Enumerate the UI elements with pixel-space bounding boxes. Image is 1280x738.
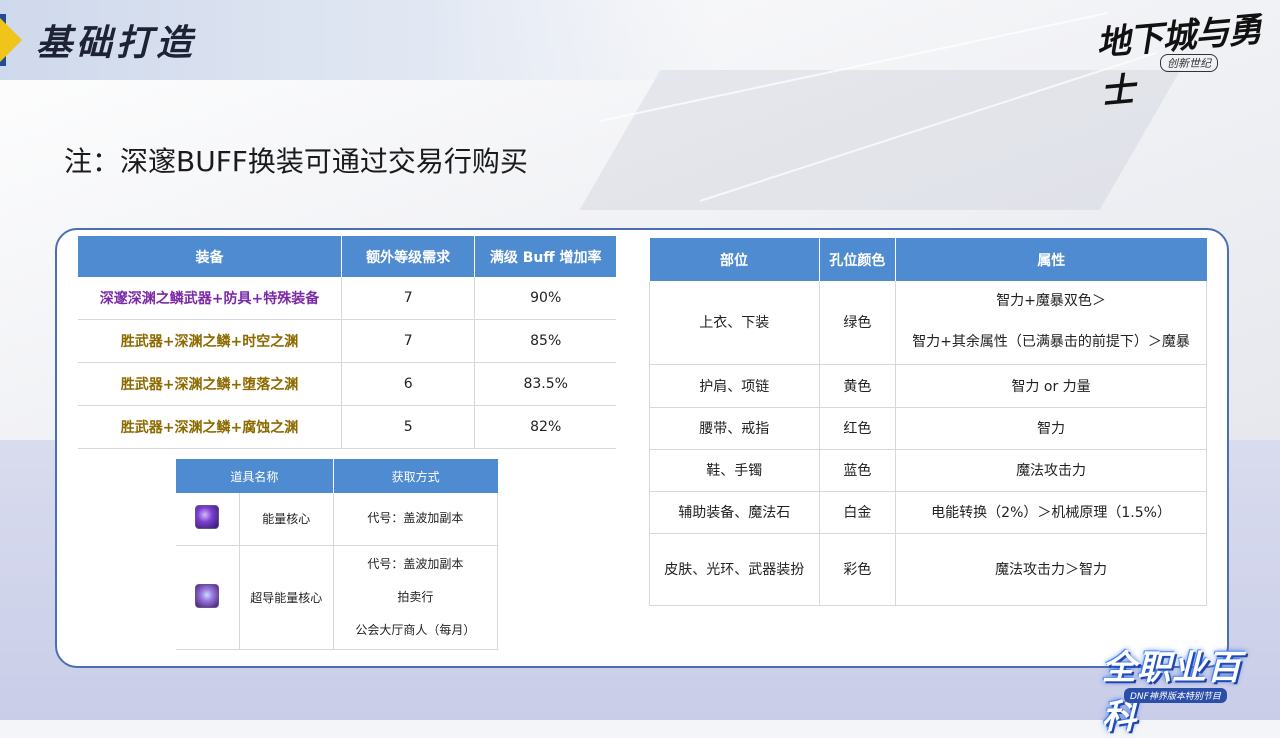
- column-header: 属性: [895, 238, 1207, 281]
- table-row: 护肩、项链 黄色 智力 or 力量: [649, 364, 1207, 408]
- slot-color: 彩色: [819, 533, 897, 606]
- item-icon-cell: [176, 545, 240, 650]
- item-source: 拍卖行: [397, 589, 434, 604]
- slot-color: 红色: [819, 407, 897, 450]
- table-row: 能量核心 代号：盖波加副本: [176, 493, 499, 546]
- items-table: 道具名称 获取方式 能量核心 代号：盖波加副本 超导能量核心 代号：盖波加副本 …: [176, 459, 499, 650]
- slot-color: 蓝色: [819, 449, 897, 492]
- slots-table: 部位 孔位颜色 属性 上衣、下装 绿色 智力+魔暴双色＞ 智力+其余属性（已满暴…: [649, 238, 1207, 606]
- table-row: 胜武器+深渊之鳞+时空之渊 7 85%: [78, 319, 616, 363]
- slot-attribute: 电能转换（2%）＞机械原理（1.5%）: [895, 491, 1207, 534]
- item-sources: 代号：盖波加副本 拍卖行 公会大厅商人（每月）: [333, 545, 499, 650]
- slot-part: 辅助装备、魔法石: [649, 491, 820, 534]
- slot-attribute: 魔法攻击力＞智力: [895, 533, 1207, 606]
- slot-color: 绿色: [819, 281, 897, 365]
- slot-part: 鞋、手镯: [649, 449, 820, 492]
- extra-level: 7: [341, 277, 476, 320]
- slot-attribute: 智力: [895, 407, 1207, 450]
- item-name: 能量核心: [239, 493, 334, 546]
- note-text: 注：深邃BUFF换装可通过交易行购买: [64, 145, 528, 178]
- slot-attribute-line: 智力+魔暴双色＞: [996, 293, 1106, 310]
- buff-rate: 85%: [474, 319, 616, 363]
- item-sources: 代号：盖波加副本: [333, 493, 499, 546]
- super-energy-core-icon: [195, 583, 220, 608]
- table-row: 超导能量核心 代号：盖波加副本 拍卖行 公会大厅商人（每月）: [176, 545, 499, 650]
- item-source: 公会大厅商人（每月）: [355, 622, 476, 637]
- column-header: 部位: [649, 238, 820, 281]
- table-row: 辅助装备、魔法石 白金 电能转换（2%）＞机械原理（1.5%）: [649, 491, 1207, 534]
- slot-part: 护肩、项链: [649, 364, 820, 408]
- column-header: 满级 Buff 增加率: [474, 236, 616, 277]
- item-icon-cell: [176, 493, 240, 546]
- slot-part: 腰带、戒指: [649, 407, 820, 450]
- table-row: 腰带、戒指 红色 智力: [649, 407, 1207, 450]
- column-header: 额外等级需求: [341, 236, 476, 277]
- equipment-name: 胜武器+深渊之鳞+腐蚀之渊: [78, 405, 342, 449]
- slot-part: 皮肤、光环、武器装扮: [649, 533, 820, 606]
- equipment-name: 深邃深渊之鳞武器+防具+特殊装备: [78, 277, 342, 320]
- table-row: 深邃深渊之鳞武器+防具+特殊装备 7 90%: [78, 277, 616, 320]
- slot-color: 黄色: [819, 364, 897, 408]
- item-source: 代号：盖波加副本: [367, 556, 464, 571]
- slot-attribute: 智力 or 力量: [895, 364, 1207, 408]
- buff-rate: 82%: [474, 405, 616, 449]
- table-row: 上衣、下装 绿色 智力+魔暴双色＞ 智力+其余属性（已满暴击的前提下）＞魔暴: [649, 281, 1207, 365]
- item-name: 超导能量核心: [239, 545, 334, 650]
- program-badge-subtitle: DNF神界版本特别节目: [1124, 688, 1227, 703]
- table-row: 皮肤、光环、武器装扮 彩色 魔法攻击力＞智力: [649, 533, 1207, 606]
- slot-attribute: 智力+魔暴双色＞ 智力+其余属性（已满暴击的前提下）＞魔暴: [895, 281, 1207, 365]
- equipment-name: 胜武器+深渊之鳞+时空之渊: [78, 319, 342, 363]
- equipment-table: 装备 额外等级需求 满级 Buff 增加率 深邃深渊之鳞武器+防具+特殊装备 7 9…: [78, 236, 616, 449]
- column-header: 获取方式: [333, 459, 498, 493]
- background-decoration: [579, 70, 1181, 210]
- game-logo-subtitle: 创新世纪: [1160, 54, 1218, 72]
- extra-level: 7: [341, 319, 476, 363]
- program-badge: 全职业百科 DNF神界版本特别节目: [1092, 622, 1270, 737]
- slot-attribute-line: 智力+其余属性（已满暴击的前提下）＞魔暴: [912, 334, 1190, 351]
- column-header: 道具名称: [176, 459, 334, 493]
- title-arrow-icon: [0, 18, 22, 62]
- slot-color: 白金: [819, 491, 897, 534]
- page-title: 基础打造: [36, 23, 197, 64]
- slot-attribute: 魔法攻击力: [895, 449, 1207, 492]
- table-row: 鞋、手镯 蓝色 魔法攻击力: [649, 449, 1207, 492]
- buff-rate: 90%: [474, 277, 616, 320]
- item-source: 代号：盖波加副本: [367, 511, 464, 526]
- extra-level: 6: [341, 362, 476, 406]
- buff-rate: 83.5%: [474, 362, 616, 406]
- slot-part: 上衣、下装: [649, 281, 820, 365]
- table-row: 胜武器+深渊之鳞+腐蚀之渊 5 82%: [78, 405, 616, 449]
- energy-core-icon: [195, 505, 220, 530]
- equipment-name: 胜武器+深渊之鳞+堕落之渊: [78, 362, 342, 406]
- extra-level: 5: [341, 405, 476, 449]
- table-row: 胜武器+深渊之鳞+堕落之渊 6 83.5%: [78, 362, 616, 406]
- column-header: 装备: [78, 236, 342, 277]
- column-header: 孔位颜色: [819, 238, 897, 281]
